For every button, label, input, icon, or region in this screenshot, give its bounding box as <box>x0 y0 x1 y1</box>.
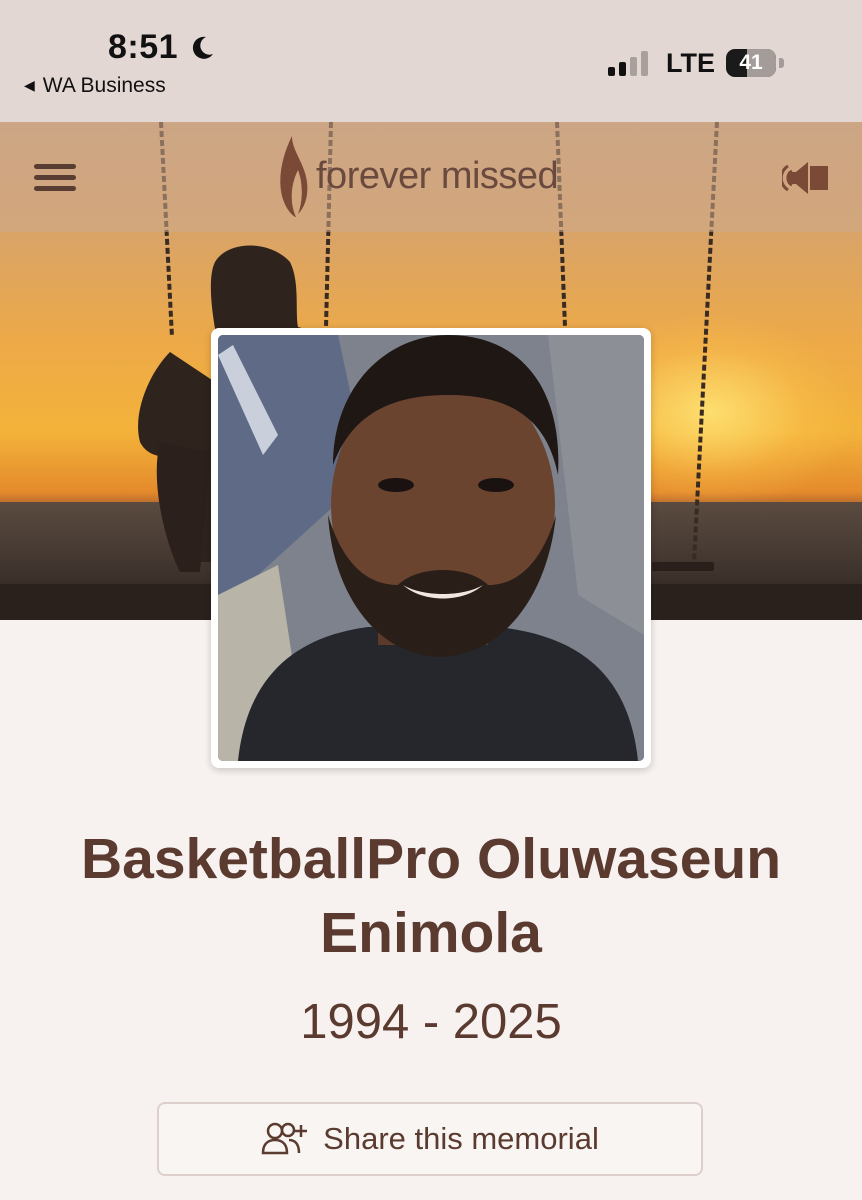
brand-name: forever missed <box>316 154 559 197</box>
battery-icon: 41 <box>726 49 776 77</box>
battery-tip <box>779 58 784 68</box>
back-app-label: WA Business <box>42 74 166 97</box>
back-arrow-icon: ◀ <box>24 77 35 93</box>
back-to-app-link[interactable]: ◀ WA Business <box>24 74 166 98</box>
share-memorial-label: Share this memorial <box>323 1121 599 1156</box>
status-bar: 8:51 ◀ WA Business LTE 41 <box>0 0 862 122</box>
brand-logo[interactable]: forever missed <box>278 134 559 218</box>
share-memorial-button[interactable]: Share this memorial <box>157 1102 703 1176</box>
signal-icon <box>608 50 652 76</box>
hamburger-menu-icon[interactable] <box>34 164 76 192</box>
add-person-icon <box>261 1122 308 1155</box>
clock-time: 8:51 <box>108 28 179 66</box>
profile-photo-frame[interactable] <box>211 328 651 768</box>
flame-icon <box>280 136 308 217</box>
profile-photo <box>218 335 644 761</box>
speaker-icon[interactable] <box>782 156 830 200</box>
memorial-years: 1994 - 2025 <box>300 995 562 1049</box>
network-type: LTE <box>666 48 715 78</box>
battery-percent: 41 <box>739 51 763 74</box>
memorial-name: BasketballPro Oluwaseun Enimola <box>80 827 782 965</box>
moon-icon <box>192 36 213 59</box>
